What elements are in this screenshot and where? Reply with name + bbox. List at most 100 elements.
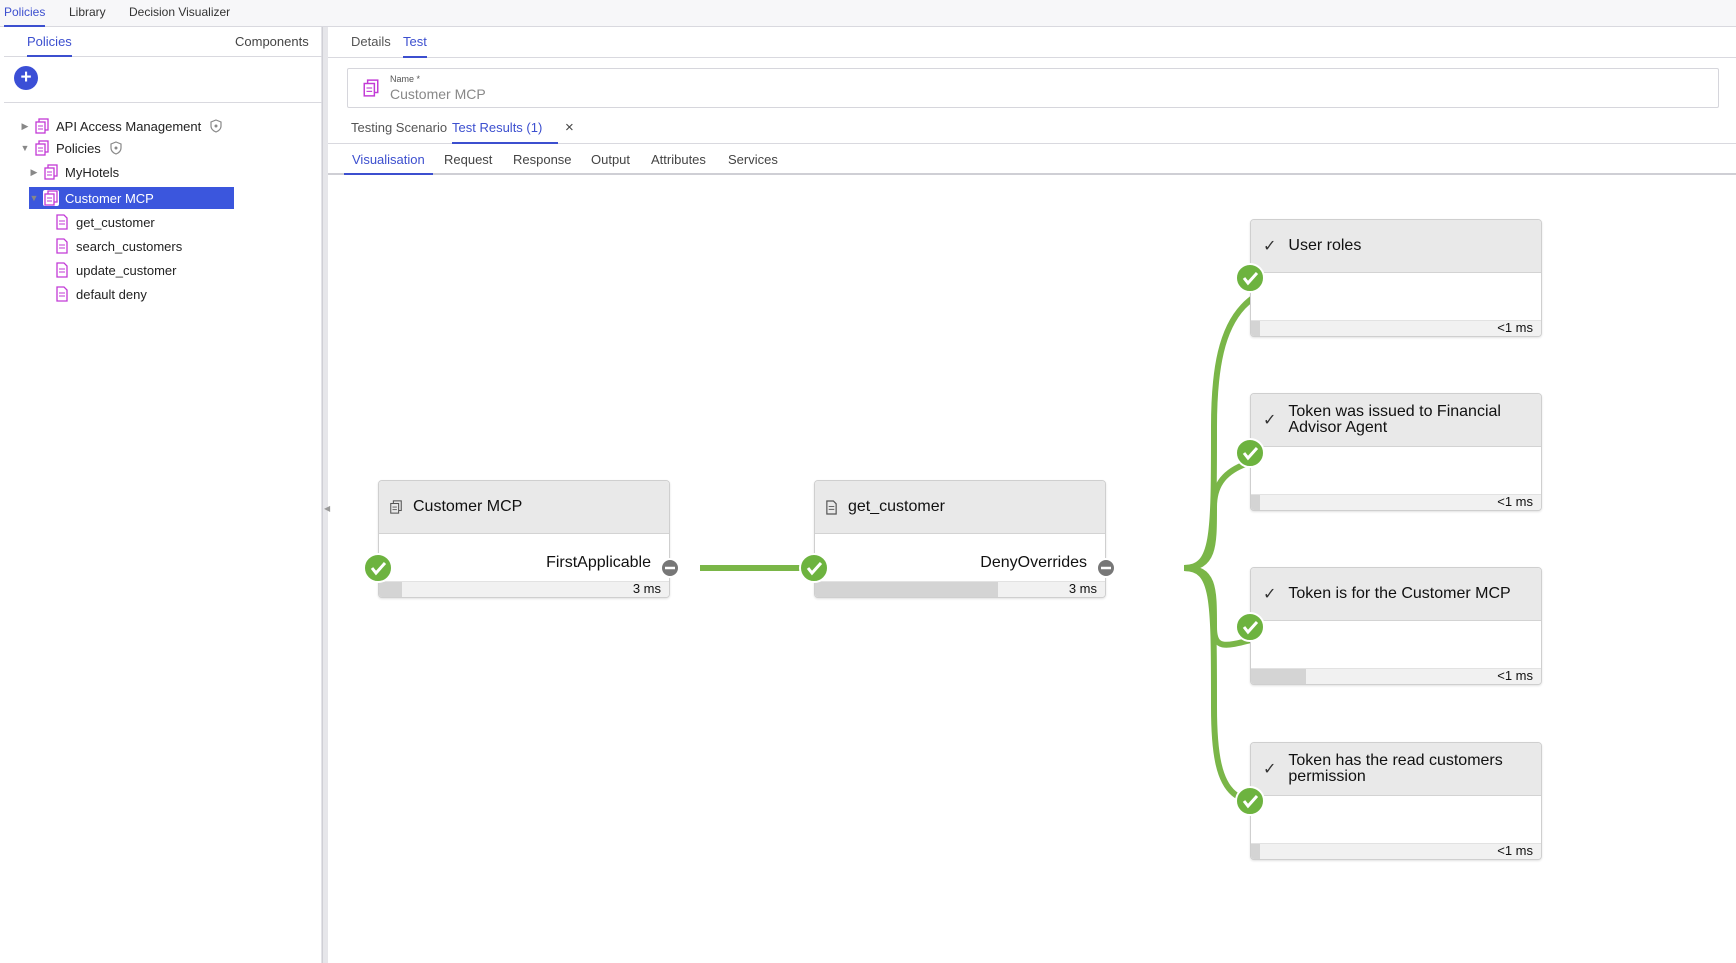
timing-label: <1 ms	[1497, 320, 1533, 335]
tab-components[interactable]: Components	[235, 34, 309, 57]
node-header: ✓ User roles	[1251, 220, 1541, 273]
timing-bar-fill	[379, 582, 403, 597]
timing-bar: <1 ms	[1251, 320, 1541, 336]
node-header: ✓ Token is for the Customer MCP	[1251, 568, 1541, 621]
tab-request[interactable]: Request	[444, 152, 492, 175]
node-title: get_customer	[848, 498, 945, 515]
tree-item-api-access-management[interactable]: ▶ API Access Management	[20, 115, 223, 137]
shield-icon	[209, 119, 223, 133]
name-field[interactable]: Name * Customer MCP	[347, 68, 1719, 108]
left-panel-tabs: Policies Components	[4, 27, 322, 57]
timing-bar-fill	[1251, 321, 1260, 336]
tab-visualisation[interactable]: Visualisation	[344, 152, 433, 175]
timing-bar: 3 ms	[379, 581, 669, 597]
policy-set-icon	[34, 118, 50, 134]
timing-bar: <1 ms	[1251, 668, 1541, 684]
rule-doc-icon	[54, 238, 70, 254]
rule-node-token-permission[interactable]: ✓ Token has the read customers permissio…	[1250, 742, 1542, 860]
timing-label: <1 ms	[1497, 843, 1533, 858]
node-title: Customer MCP	[413, 498, 523, 515]
tree-item-label: get_customer	[76, 214, 155, 230]
decision-diagram: Customer MCP FirstApplicable 3 ms get_cu…	[328, 177, 1736, 963]
rule-doc-icon	[54, 286, 70, 302]
test-sub-tabs: Testing Scenario Test Results (1) ×	[328, 114, 1736, 144]
policy-set-icon	[43, 190, 59, 206]
rule-title: Token has the read customers permission	[1288, 752, 1503, 785]
topnav-decision-visualizer[interactable]: Decision Visualizer	[129, 5, 230, 27]
name-field-value[interactable]: Customer MCP	[390, 86, 486, 102]
timing-bar-fill	[1251, 669, 1307, 684]
tree-item-label: default deny	[76, 286, 147, 302]
policy-set-icon	[389, 499, 403, 515]
timing-label: <1 ms	[1497, 494, 1533, 509]
tree-item-label: Policies	[56, 140, 101, 156]
tree-item-search-customers[interactable]: search_customers	[54, 235, 182, 257]
rule-title: Token was issued to Financial Advisor Ag…	[1288, 403, 1501, 436]
tab-testing-scenario[interactable]: Testing Scenario	[351, 120, 447, 144]
close-icon[interactable]: ×	[565, 119, 574, 136]
tree-item-update-customer[interactable]: update_customer	[54, 259, 176, 281]
tab-attributes[interactable]: Attributes	[651, 152, 706, 175]
main-tabs: Details Test	[328, 27, 1736, 58]
add-policy-button[interactable]: +	[14, 66, 38, 90]
timing-bar: 3 ms	[815, 581, 1105, 597]
policy-set-icon	[43, 164, 59, 180]
combining-algorithm: FirstApplicable	[546, 554, 651, 571]
timing-bar-fill	[1251, 495, 1260, 510]
rule-node-token-issued[interactable]: ✓ Token was issued to Financial Advisor …	[1250, 393, 1542, 511]
check-icon: ✓	[1263, 586, 1277, 603]
tree-item-policies[interactable]: ▼ Policies	[20, 137, 123, 159]
top-nav: Policies Library Decision Visualizer	[0, 0, 1736, 27]
tab-test[interactable]: Test	[403, 34, 427, 58]
node-header: get_customer	[815, 481, 1105, 534]
main-panel: Details Test Name * Customer MCP Testing…	[328, 27, 1736, 963]
tab-details[interactable]: Details	[351, 34, 391, 58]
rule-doc-icon	[54, 214, 70, 230]
timing-label: <1 ms	[1497, 668, 1533, 683]
result-view-tabs: Visualisation Request Response Output At…	[328, 145, 1736, 175]
timing-bar: <1 ms	[1251, 843, 1541, 859]
rule-title: User roles	[1288, 237, 1362, 254]
tree-item-label: Customer MCP	[65, 190, 154, 206]
tree-item-customer-mcp[interactable]: ▼ Customer MCP	[29, 187, 234, 209]
timing-bar: <1 ms	[1251, 494, 1541, 510]
topnav-library[interactable]: Library	[69, 5, 106, 27]
combining-algorithm: DenyOverrides	[980, 554, 1087, 571]
timing-bar-fill	[815, 582, 998, 597]
shield-icon	[109, 141, 123, 155]
timing-label: 3 ms	[632, 581, 661, 596]
node-get-customer[interactable]: get_customer DenyOverrides 3 ms	[814, 480, 1106, 598]
caret-right-icon[interactable]: ▶	[29, 167, 39, 178]
tree-item-get-customer[interactable]: get_customer	[54, 211, 155, 233]
node-customer-mcp[interactable]: Customer MCP FirstApplicable 3 ms	[378, 480, 670, 598]
caret-right-icon[interactable]: ▶	[20, 121, 30, 132]
topnav-policies[interactable]: Policies	[4, 5, 46, 27]
tab-test-results[interactable]: Test Results (1)	[452, 120, 558, 144]
rule-doc-icon	[54, 262, 70, 278]
tree-item-label: API Access Management	[56, 118, 202, 134]
policy-set-icon	[362, 79, 380, 102]
check-icon: ✓	[1263, 412, 1277, 429]
tree-item-label: MyHotels	[65, 164, 120, 180]
caret-down-icon[interactable]: ▼	[29, 193, 39, 203]
tab-policies[interactable]: Policies	[27, 34, 72, 57]
node-header: ✓ Token was issued to Financial Advisor …	[1251, 394, 1541, 447]
tab-response[interactable]: Response	[513, 152, 572, 175]
timing-label: 3 ms	[1068, 581, 1097, 596]
tree-item-myhotels[interactable]: ▶ MyHotels	[29, 161, 119, 183]
tab-services[interactable]: Services	[728, 152, 778, 175]
timing-bar-fill	[1251, 844, 1260, 859]
rule-node-user-roles[interactable]: ✓ User roles <1 ms	[1250, 219, 1542, 337]
tree-item-default-deny[interactable]: default deny	[54, 283, 147, 305]
rule-title: Token is for the Customer MCP	[1288, 585, 1511, 602]
tree-divider	[4, 102, 322, 103]
policy-set-icon	[34, 140, 50, 156]
rule-node-token-for-mcp[interactable]: ✓ Token is for the Customer MCP <1 ms	[1250, 567, 1542, 685]
tree-item-label: search_customers	[76, 238, 183, 254]
name-field-label: Name *	[390, 74, 421, 84]
tab-output[interactable]: Output	[591, 152, 630, 175]
check-icon: ✓	[1263, 238, 1277, 255]
caret-down-icon[interactable]: ▼	[20, 143, 30, 153]
node-header: ✓ Token has the read customers permissio…	[1251, 743, 1541, 796]
check-icon: ✓	[1263, 761, 1277, 778]
